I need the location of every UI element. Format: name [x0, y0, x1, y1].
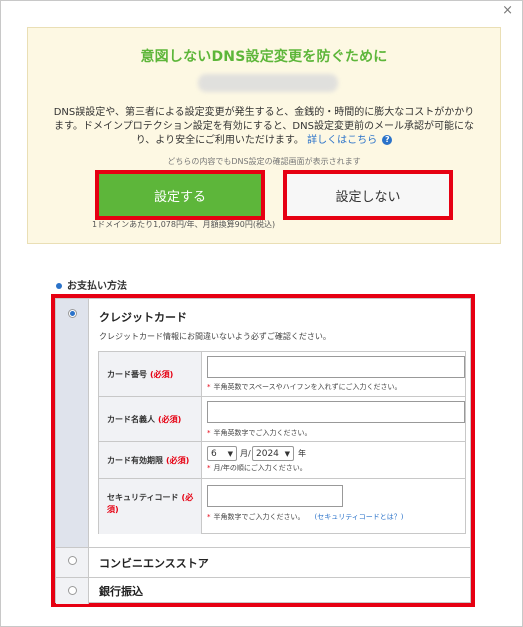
radio-bank-transfer[interactable]	[68, 586, 77, 595]
required-badge: (必須)	[166, 455, 190, 465]
promo-price: 1ドメインあたり1,078円/年、月額換算90円(税込)	[92, 220, 276, 229]
card-number-hint: * 半角英数でスペースやハイフンを入れずにご入力ください。	[207, 382, 402, 392]
promo-desc-line3: り、より安全にご利用いただけます。	[135, 135, 304, 146]
promo-desc-line2: ます。ドメインプロテクション設定を有効にすると、DNS設定変更前のメール承認が可…	[54, 121, 474, 132]
card-name-hint: * 半角英数字でご入力ください。	[207, 428, 312, 438]
more-info-link[interactable]: 詳しくはこちら	[307, 135, 377, 146]
payment-highlight: クレジットカード クレジットカード情報にお間違いないよう必ずご確認ください。 カ…	[51, 294, 475, 607]
expiry-hint: * 月/年の順にご入力ください。	[207, 463, 307, 473]
radio-convenience-store[interactable]	[68, 556, 77, 565]
card-number-input[interactable]	[207, 356, 465, 378]
hint-mark: *	[207, 429, 211, 437]
promo-desc-line1: DNS誤設定や、第三者による設定変更が発生すると、金銭的・時間的に膨大なコストが…	[53, 107, 475, 118]
expiry-label: カード有効期限 (必須)	[99, 442, 202, 478]
month-unit: 月/	[240, 449, 251, 458]
expiry-label-text: カード有効期限	[107, 455, 163, 465]
radio-credit-card[interactable]	[68, 309, 77, 318]
blurred-domain-name	[198, 74, 338, 92]
divider	[89, 577, 470, 578]
security-code-label-text: セキュリティコード	[107, 493, 179, 502]
required-badge: (必須)	[150, 369, 174, 379]
card-number-row: カード番号 (必須) * 半角英数でスペースやハイフンを入れずにご入力ください。	[99, 352, 465, 396]
year-unit: 年	[298, 449, 306, 458]
set-button-highlight: 設定する	[95, 170, 265, 220]
promo-title: 意図しないDNS設定変更を防ぐために	[140, 49, 388, 65]
noset-button[interactable]: 設定しない	[287, 174, 449, 216]
expiry-year-select[interactable]: 2024 ▼	[252, 446, 294, 461]
radio-cell-convenience	[56, 547, 89, 577]
promo-note: どちらの内容でもDNS設定の確認画面が表示されます	[167, 157, 361, 166]
card-number-label: カード番号 (必須)	[99, 352, 202, 396]
divider	[89, 547, 470, 548]
chevron-down-icon: ▼	[284, 449, 290, 458]
set-button[interactable]: 設定する	[99, 174, 261, 216]
card-name-row: カード名義人 (必須) * 半角英数字でご入力ください。	[99, 396, 465, 441]
help-icon[interactable]: ?	[382, 135, 393, 145]
promo-description: DNS誤設定や、第三者による設定変更が発生すると、金銭的・時間的に膨大なコストが…	[44, 106, 484, 148]
security-code-label: セキュリティコード (必須)	[99, 479, 202, 534]
expiry-row: カード有効期限 (必須) 6 ▼ 月/ 2024 ▼ 年 * 月/年の順にご入力ください…	[99, 441, 465, 478]
noset-button-highlight: 設定しない	[283, 170, 453, 220]
payment-options-table: クレジットカード クレジットカード情報にお間違いないよう必ずご確認ください。 カ…	[55, 298, 471, 604]
expiry-hint-text: 月/年の順にご入力ください。	[213, 464, 307, 472]
close-icon[interactable]: ×	[502, 4, 513, 17]
security-code-input[interactable]	[207, 485, 343, 507]
hint-mark: *	[207, 464, 211, 472]
bullet-icon	[56, 283, 62, 289]
chevron-down-icon: ▼	[227, 449, 233, 458]
dialog-window: × 意図しないDNS設定変更を防ぐために DNS誤設定や、第三者による設定変更が…	[0, 0, 523, 627]
security-code-row: セキュリティコード (必須) * 半角数字でご入力ください。 (セキュリティコードとは…	[99, 478, 465, 534]
expiry-month-value: 6	[211, 448, 217, 459]
security-code-hint-text: 半角数字でご入力ください。	[213, 513, 305, 521]
domain-protection-promo: 意図しないDNS設定変更を防ぐために DNS誤設定や、第三者による設定変更が発生…	[27, 27, 501, 244]
expiry-month-select[interactable]: 6 ▼	[207, 446, 237, 461]
credit-card-form: カード番号 (必須) * 半角英数でスペースやハイフンを入れずにご入力ください。 カ…	[98, 351, 466, 534]
payment-heading-label: お支払い方法	[67, 281, 127, 292]
security-code-help-link[interactable]: (セキュリティコードとは？)	[315, 513, 404, 521]
card-number-label-text: カード番号	[107, 369, 147, 379]
radio-cell-credit	[56, 299, 89, 547]
hint-mark: *	[207, 513, 211, 521]
card-name-label-text: カード名義人	[107, 414, 155, 424]
security-code-hint: * 半角数字でご入力ください。 (セキュリティコードとは？)	[207, 512, 404, 522]
card-number-hint-text: 半角英数でスペースやハイフンを入れずにご入力ください。	[213, 383, 402, 391]
credit-card-note: クレジットカード情報にお間違いないよう必ずご確認ください。	[99, 332, 331, 341]
option-bank-transfer-label[interactable]: 銀行振込	[99, 583, 143, 599]
expiry-year-value: 2024	[256, 448, 279, 459]
radio-cell-bank	[56, 577, 89, 604]
card-name-input[interactable]	[207, 401, 465, 423]
payment-heading: お支払い方法	[56, 277, 127, 292]
hint-mark: *	[207, 383, 211, 391]
option-credit-card-label[interactable]: クレジットカード	[99, 309, 187, 325]
required-badge: (必須)	[158, 414, 182, 424]
card-name-hint-text: 半角英数字でご入力ください。	[213, 429, 312, 437]
option-convenience-store-label[interactable]: コンビニエンスストア	[99, 555, 209, 571]
card-name-label: カード名義人 (必須)	[99, 397, 202, 441]
